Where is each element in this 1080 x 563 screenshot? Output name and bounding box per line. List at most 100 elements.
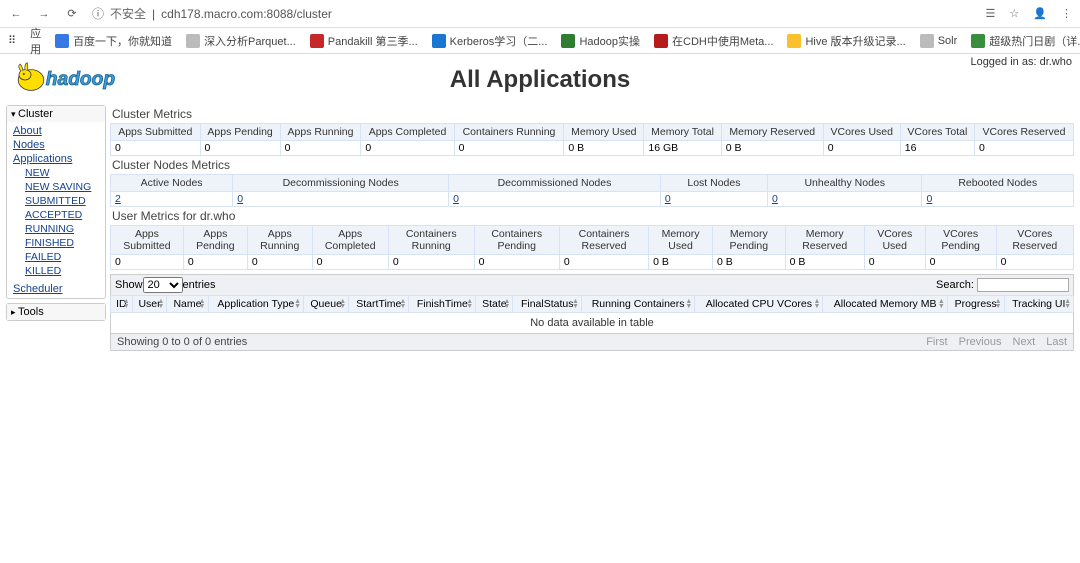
sidebar-link-running[interactable]: RUNNING xyxy=(25,222,99,236)
metric-header: Memory Total xyxy=(644,124,721,141)
sidebar-section-tools[interactable]: Tools xyxy=(7,304,105,320)
apps-col-header[interactable]: StartTime▲▼ xyxy=(349,296,409,313)
bookmarks-bar: ⠿ 应用 百度一下，你就知道 深入分析Parquet... Pandakill 第三… xyxy=(0,28,1080,54)
bookmark-label: 超级热门日剧（详... xyxy=(989,33,1080,49)
metric-header: Containers Running xyxy=(454,124,564,141)
sidebar-link-new[interactable]: NEW xyxy=(25,166,99,180)
reload-button[interactable]: ⟳ xyxy=(64,6,80,22)
page-size-select[interactable]: 20 xyxy=(143,277,183,293)
forward-button[interactable]: → xyxy=(36,6,52,22)
bookmark-item[interactable]: 百度一下，你就知道 xyxy=(55,33,172,49)
metric-link[interactable]: 2 xyxy=(115,193,121,205)
sidebar-link-new-saving[interactable]: NEW SAVING xyxy=(25,180,99,194)
bookmark-item[interactable]: Solr xyxy=(920,33,958,49)
sort-icon: ▲▼ xyxy=(504,299,511,309)
cluster-metrics-title: Cluster Metrics xyxy=(112,107,1074,121)
bookmark-item[interactable]: 超级热门日剧（详... xyxy=(971,33,1080,49)
metric-cell: 0 xyxy=(454,141,564,156)
sidebar-link-nodes[interactable]: Nodes xyxy=(13,138,99,152)
apps-col-header[interactable]: Progress▲▼ xyxy=(947,296,1004,313)
sort-icon: ▲▼ xyxy=(157,299,164,309)
pager-last[interactable]: Last xyxy=(1046,336,1067,348)
bookmark-item[interactable]: Pandakill 第三季... xyxy=(310,33,418,49)
bookmark-item[interactable]: Kerberos学习（二... xyxy=(432,33,548,49)
apps-col-header[interactable]: User▲▼ xyxy=(132,296,167,313)
apps-col-header[interactable]: FinishTime▲▼ xyxy=(409,296,476,313)
apps-col-header[interactable]: Queue▲▼ xyxy=(304,296,349,313)
search-input[interactable] xyxy=(977,278,1069,292)
metric-cell: 0 B xyxy=(712,255,785,270)
metric-header: Memory Reserved xyxy=(785,226,864,255)
menu-icon[interactable]: ⋮ xyxy=(1061,7,1072,20)
metric-cell: 2 xyxy=(111,192,233,207)
sidebar-link-scheduler[interactable]: Scheduler xyxy=(13,282,99,296)
apps-label: 应用 xyxy=(30,25,41,57)
star-icon[interactable]: ☆ xyxy=(1009,7,1019,20)
metric-header: VCores Used xyxy=(823,124,900,141)
sidebar-link-failed[interactable]: FAILED xyxy=(25,250,99,264)
metric-header: Apps Submitted xyxy=(111,226,184,255)
pager-first[interactable]: First xyxy=(926,336,947,348)
sidebar-link-killed[interactable]: KILLED xyxy=(25,264,99,278)
bookmark-icon xyxy=(971,34,985,48)
user-metrics-title: User Metrics for dr.who xyxy=(112,209,1074,223)
apps-col-header[interactable]: ID▲▼ xyxy=(111,296,133,313)
metric-cell: 0 xyxy=(996,255,1073,270)
pager-next[interactable]: Next xyxy=(1013,336,1036,348)
metric-header: VCores Reserved xyxy=(996,226,1073,255)
apps-col-header[interactable]: Application Type▲▼ xyxy=(208,296,304,313)
address-bar[interactable]: ⓘ 不安全 | cdh178.macro.com:8088/cluster xyxy=(92,5,332,22)
bookmark-item[interactable]: Hive 版本升级记录... xyxy=(787,33,905,49)
metric-header: Memory Used xyxy=(564,124,644,141)
metric-cell: 0 xyxy=(922,192,1074,207)
apps-col-header[interactable]: State▲▼ xyxy=(476,296,513,313)
metric-header: Apps Running xyxy=(247,226,312,255)
apps-col-header[interactable]: Running Containers▲▼ xyxy=(581,296,694,313)
sidebar-link-applications[interactable]: Applications xyxy=(13,152,99,166)
apps-col-header[interactable]: Tracking UI▲▼ xyxy=(1004,296,1073,313)
apps-col-header[interactable]: Allocated CPU VCores▲▼ xyxy=(695,296,823,313)
metric-header: Apps Submitted xyxy=(111,124,201,141)
sort-icon: ▲▼ xyxy=(400,299,407,309)
apps-col-header[interactable]: Name▲▼ xyxy=(167,296,208,313)
bookmark-icon xyxy=(920,34,934,48)
sidebar-link-about[interactable]: About xyxy=(13,124,99,138)
back-button[interactable]: ← xyxy=(8,6,24,22)
avatar-icon[interactable]: 👤 xyxy=(1033,7,1047,20)
bookmark-label: 深入分析Parquet... xyxy=(204,33,296,49)
cluster-metrics-table: Apps SubmittedApps PendingApps RunningAp… xyxy=(110,123,1074,156)
separator: | xyxy=(152,7,155,21)
metric-cell: 0 B xyxy=(785,255,864,270)
metric-cell: 0 xyxy=(200,141,280,156)
apps-col-header[interactable]: FinalStatus▲▼ xyxy=(513,296,581,313)
apps-grid-icon[interactable]: ⠿ xyxy=(8,34,16,47)
sidebar-link-finished[interactable]: FINISHED xyxy=(25,236,99,250)
metric-header: Apps Completed xyxy=(312,226,388,255)
pager-prev[interactable]: Previous xyxy=(959,336,1002,348)
bookmark-item[interactable]: 在CDH中使用Meta... xyxy=(654,33,773,49)
metric-header: Unhealthy Nodes xyxy=(768,175,922,192)
metric-header: VCores Reserved xyxy=(974,124,1073,141)
translate-icon[interactable]: ☰ xyxy=(986,7,996,20)
metric-header: Memory Used xyxy=(649,226,713,255)
node-metrics-table: Active NodesDecommissioning NodesDecommi… xyxy=(110,174,1074,207)
metric-link[interactable]: 0 xyxy=(926,193,932,205)
bookmark-item[interactable]: Hadoop实操 xyxy=(561,33,640,49)
metric-link[interactable]: 0 xyxy=(453,193,459,205)
sort-icon: ▲▼ xyxy=(466,299,473,309)
metric-cell: 0 B xyxy=(649,255,713,270)
metric-link[interactable]: 0 xyxy=(772,193,778,205)
metric-link[interactable]: 0 xyxy=(665,193,671,205)
sort-icon: ▲▼ xyxy=(339,299,346,309)
metric-link[interactable]: 0 xyxy=(237,193,243,205)
sidebar-link-submitted[interactable]: SUBMITTED xyxy=(25,194,99,208)
metric-header: Rebooted Nodes xyxy=(922,175,1074,192)
bookmark-label: Pandakill 第三季... xyxy=(328,33,418,49)
metric-header: Containers Reserved xyxy=(559,226,648,255)
bookmark-item[interactable]: 深入分析Parquet... xyxy=(186,33,296,49)
apps-col-header[interactable]: Allocated Memory MB▲▼ xyxy=(823,296,947,313)
sidebar-link-accepted[interactable]: ACCEPTED xyxy=(25,208,99,222)
sidebar-section-cluster[interactable]: Cluster xyxy=(7,106,105,122)
table-info: Showing 0 to 0 of 0 entries xyxy=(117,336,247,348)
datatable-toolbar: Show 20 entries Search: xyxy=(110,274,1074,295)
